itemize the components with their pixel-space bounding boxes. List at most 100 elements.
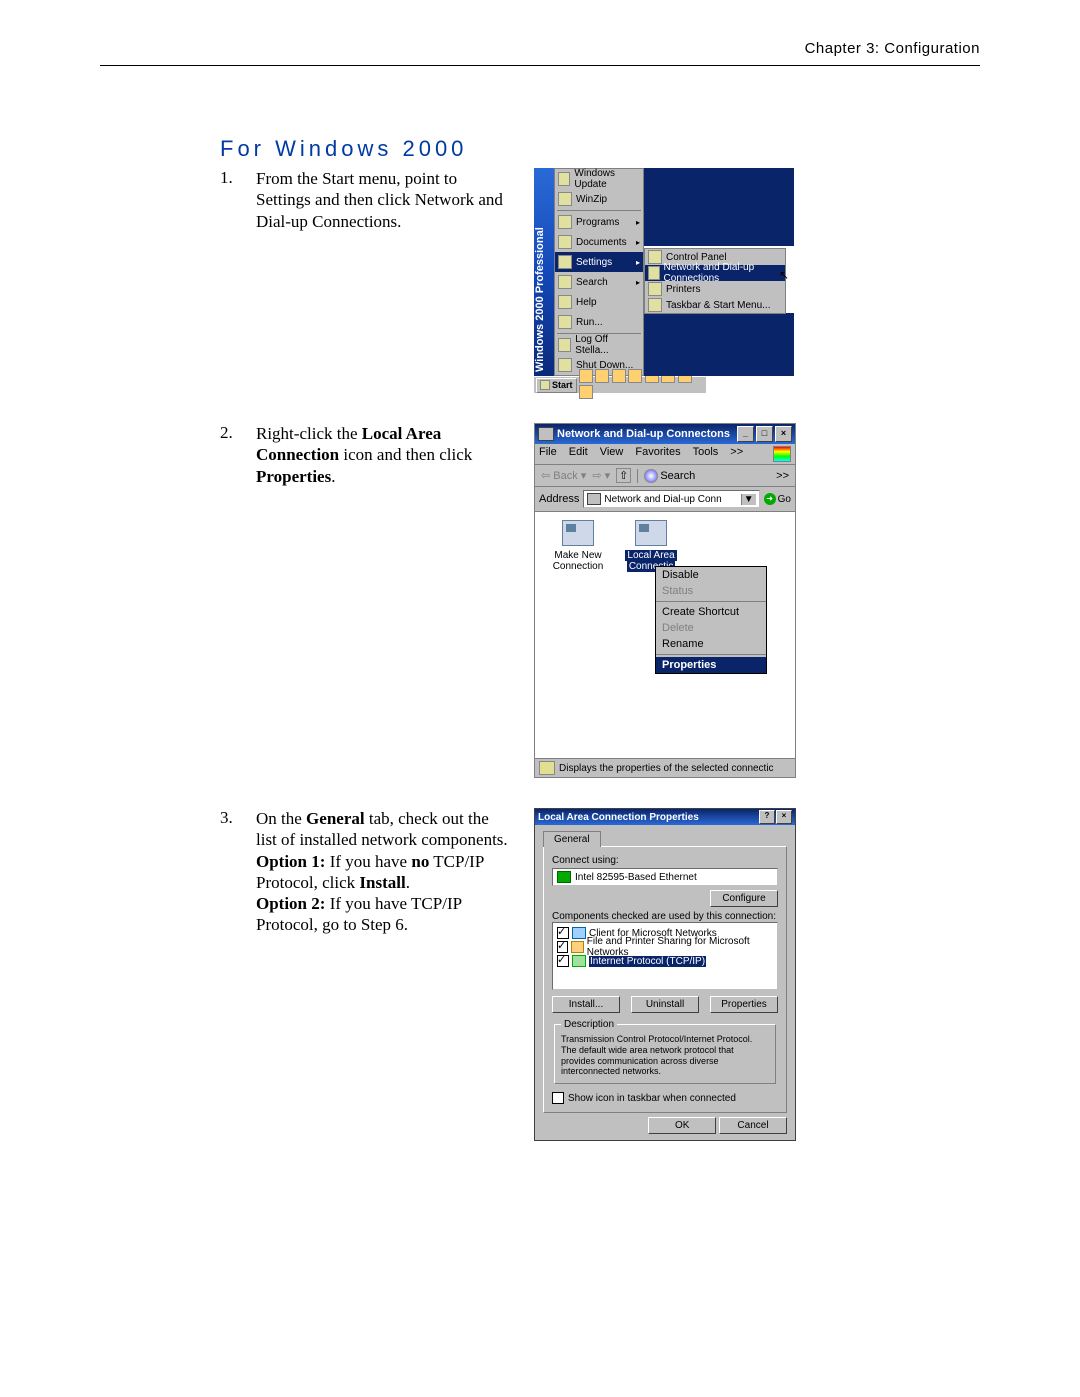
step-1-row: 1. From the Start menu, point to Setting… bbox=[100, 168, 980, 393]
menu-help[interactable]: Help bbox=[555, 292, 643, 312]
window-title: Network and Dial-up Connectons bbox=[557, 428, 730, 440]
submenu-network-connections[interactable]: Network and Dial-up Connections bbox=[645, 265, 785, 281]
help-button[interactable]: ? bbox=[759, 810, 775, 824]
checkbox-icon[interactable] bbox=[557, 927, 569, 939]
up-button[interactable]: ⇧ bbox=[616, 468, 631, 483]
programs-icon bbox=[558, 215, 572, 229]
ctx-create-shortcut[interactable]: Create Shortcut bbox=[656, 604, 766, 620]
go-button[interactable]: ➜Go bbox=[764, 493, 791, 505]
toolbar-more[interactable]: >> bbox=[776, 470, 789, 482]
menu-search[interactable]: Search bbox=[555, 272, 643, 292]
checkbox-icon[interactable] bbox=[557, 955, 569, 967]
ctx-properties[interactable]: Properties bbox=[656, 657, 766, 673]
connection-icon bbox=[635, 520, 667, 546]
start-label: Start bbox=[552, 380, 573, 390]
close-button[interactable]: × bbox=[776, 810, 792, 824]
component-fileprint[interactable]: File and Printer Sharing for Microsoft N… bbox=[557, 940, 773, 954]
service-icon bbox=[571, 941, 584, 953]
menu-run[interactable]: Run... bbox=[555, 312, 643, 332]
close-button[interactable]: × bbox=[775, 426, 792, 442]
address-label: Address bbox=[539, 493, 579, 505]
folder-view: Make New Connection Local Area Connectic… bbox=[535, 512, 795, 758]
step-2-number: 2. bbox=[220, 423, 256, 443]
configure-button[interactable]: Configure bbox=[710, 890, 778, 907]
status-bar: Displays the properties of the selected … bbox=[535, 758, 795, 777]
start-button[interactable]: Start bbox=[536, 378, 577, 393]
ctx-disable[interactable]: Disable bbox=[656, 567, 766, 583]
address-input[interactable]: Network and Dial-up Conn ▼ bbox=[583, 490, 759, 508]
menubar: File Edit View Favorites Tools >> bbox=[535, 444, 795, 465]
show-icon-option[interactable]: Show icon in taskbar when connected bbox=[552, 1092, 778, 1104]
menu-shutdown[interactable]: Shut Down... bbox=[555, 355, 643, 375]
windows-icon bbox=[540, 380, 550, 390]
menu-file[interactable]: File bbox=[539, 446, 557, 462]
start-menu: Windows Update WinZip Programs Documents… bbox=[554, 168, 644, 376]
checkbox-icon[interactable] bbox=[557, 941, 568, 953]
menu-label: Search bbox=[576, 277, 608, 288]
properties-button[interactable]: Properties bbox=[710, 996, 778, 1013]
forward-button[interactable]: ⇨ ▾ bbox=[592, 469, 610, 482]
start-menu-brand: Windows 2000 Professional bbox=[534, 168, 554, 376]
submenu-printers[interactable]: Printers bbox=[645, 281, 785, 297]
winzip-icon bbox=[558, 192, 572, 206]
step-3-row: 3. On the General tab, check out the lis… bbox=[100, 808, 980, 1141]
back-button[interactable]: ⇦ Back ▾ bbox=[541, 469, 586, 482]
menu-programs[interactable]: Programs bbox=[555, 212, 643, 232]
checkbox-icon[interactable] bbox=[552, 1092, 564, 1104]
shutdown-icon bbox=[558, 358, 572, 372]
cancel-button[interactable]: Cancel bbox=[719, 1117, 787, 1134]
menu-label: Help bbox=[576, 297, 597, 308]
description-label: Description bbox=[561, 1019, 617, 1030]
connection-icon bbox=[562, 520, 594, 546]
control-panel-icon bbox=[648, 250, 662, 264]
menu-label: Control Panel bbox=[666, 252, 727, 263]
menu-windows-update[interactable]: Windows Update bbox=[555, 169, 643, 189]
components-list[interactable]: Client for Microsoft Networks File and P… bbox=[552, 922, 778, 990]
search-button[interactable]: Search bbox=[644, 469, 695, 483]
window-titlebar: Network and Dial-up Connectons _ □ × bbox=[535, 424, 795, 444]
uninstall-button[interactable]: Uninstall bbox=[631, 996, 699, 1013]
windows-flag-icon bbox=[773, 446, 791, 462]
network-folder-icon bbox=[538, 427, 554, 441]
menu-settings[interactable]: Settings bbox=[555, 252, 643, 272]
step-2-row: 2. Right-click the Local Area Connection… bbox=[100, 423, 980, 778]
menu-label: Settings bbox=[576, 257, 612, 268]
windows-update-icon bbox=[558, 172, 570, 186]
menu-winzip[interactable]: WinZip bbox=[555, 189, 643, 209]
menu-label: Taskbar & Start Menu... bbox=[666, 300, 771, 311]
dropdown-icon[interactable]: ▼ bbox=[741, 494, 756, 505]
tab-general[interactable]: General bbox=[543, 831, 601, 847]
make-new-connection[interactable]: Make New Connection bbox=[543, 520, 613, 572]
submenu-taskbar[interactable]: Taskbar & Start Menu... bbox=[645, 297, 785, 313]
context-menu: Disable Status Create Shortcut Delete Re… bbox=[655, 566, 767, 674]
minimize-button[interactable]: _ bbox=[737, 426, 754, 442]
network-icon bbox=[648, 266, 660, 280]
description-group: Description Transmission Control Protoco… bbox=[554, 1019, 776, 1084]
section-title: For Windows 2000 bbox=[220, 136, 980, 162]
install-button[interactable]: Install... bbox=[552, 996, 620, 1013]
connection-label: Local Area bbox=[625, 550, 676, 561]
tray-icon[interactable] bbox=[579, 385, 593, 399]
logoff-icon bbox=[558, 338, 571, 352]
maximize-button[interactable]: □ bbox=[756, 426, 773, 442]
dialog-title: Local Area Connection Properties bbox=[538, 812, 699, 823]
protocol-icon bbox=[572, 955, 586, 967]
menu-logoff[interactable]: Log Off Stella... bbox=[555, 335, 643, 355]
figure-network-window: Network and Dial-up Connectons _ □ × Fil… bbox=[534, 423, 796, 778]
ok-button[interactable]: OK bbox=[648, 1117, 716, 1134]
cursor-icon: ↖ bbox=[779, 268, 789, 282]
menu-documents[interactable]: Documents bbox=[555, 232, 643, 252]
status-text: Displays the properties of the selected … bbox=[559, 763, 774, 774]
menu-favorites[interactable]: Favorites bbox=[635, 446, 680, 462]
menu-label: Run... bbox=[576, 317, 603, 328]
menu-label: Printers bbox=[666, 284, 700, 295]
printers-icon bbox=[648, 282, 662, 296]
menu-edit[interactable]: Edit bbox=[569, 446, 588, 462]
search-icon bbox=[644, 469, 658, 483]
go-icon: ➜ bbox=[764, 493, 776, 505]
menu-view[interactable]: View bbox=[600, 446, 624, 462]
menu-tools[interactable]: Tools bbox=[693, 446, 719, 462]
menu-more[interactable]: >> bbox=[730, 446, 743, 462]
ctx-rename[interactable]: Rename bbox=[656, 636, 766, 652]
local-area-connection[interactable]: Local Area Connectic bbox=[616, 520, 686, 572]
